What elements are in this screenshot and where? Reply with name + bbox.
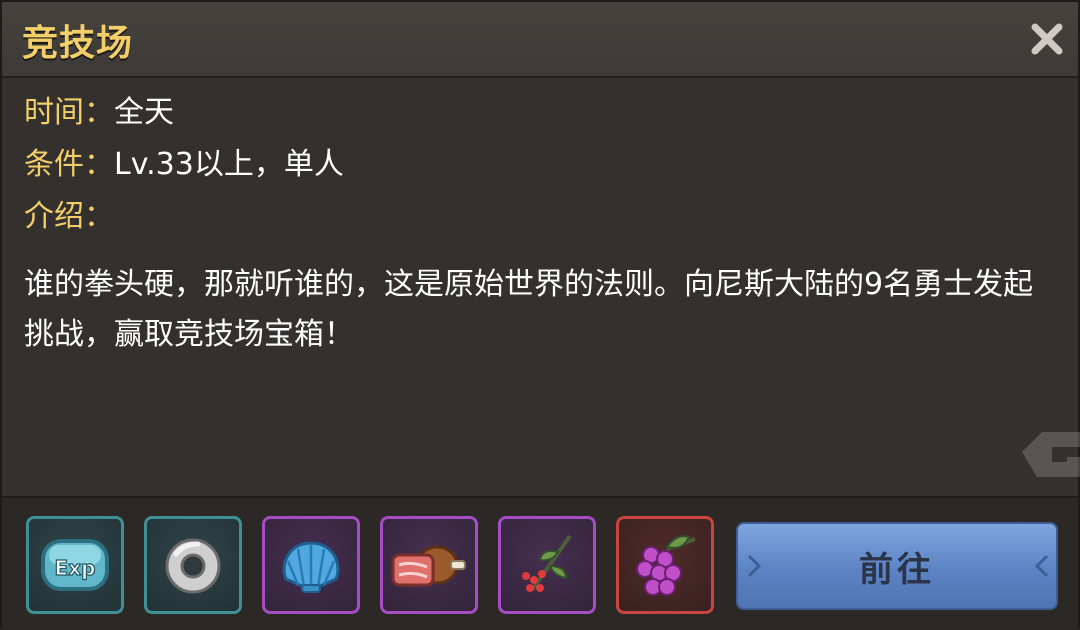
condition-value: Lv.33以上，单人 bbox=[114, 147, 344, 182]
intro-label: 介绍： bbox=[24, 199, 114, 234]
stone-ring-icon bbox=[165, 538, 221, 594]
intro-row: 介绍： bbox=[24, 198, 1054, 250]
chevron-right-icon bbox=[747, 554, 762, 578]
go-button-label: 前往 bbox=[859, 549, 935, 590]
reward-item-meat[interactable] bbox=[380, 516, 478, 614]
close-icon bbox=[1031, 23, 1063, 55]
condition-row: 条件：Lv.33以上，单人 bbox=[24, 146, 1054, 198]
watermark-logo-icon bbox=[1022, 432, 1080, 477]
info-section: 时间：全天 条件：Lv.33以上，单人 介绍： 谁的拳头硬，那就听谁的，这是原始… bbox=[24, 94, 1054, 360]
grape-icon bbox=[636, 535, 696, 596]
shell-icon bbox=[282, 541, 340, 593]
time-row: 时间：全天 bbox=[24, 94, 1054, 146]
time-value: 全天 bbox=[114, 95, 174, 130]
reward-item-grape[interactable] bbox=[616, 516, 714, 614]
meat-icon bbox=[391, 545, 466, 587]
title-bar: 竞技场 bbox=[2, 2, 1078, 78]
reward-item-berry-branch[interactable] bbox=[498, 516, 596, 614]
condition-label: 条件： bbox=[24, 147, 114, 182]
close-button[interactable] bbox=[1024, 16, 1070, 62]
go-button[interactable]: 前往 bbox=[736, 522, 1058, 610]
reward-bar: Exp 前往 bbox=[2, 496, 1078, 630]
reward-item-stone-ring[interactable] bbox=[144, 516, 242, 614]
time-label: 时间： bbox=[24, 95, 114, 130]
description-text: 谁的拳头硬，那就听谁的，这是原始世界的法则。向尼斯大陆的9名勇士发起挑战，赢取竞… bbox=[24, 267, 1034, 352]
chevron-left-icon bbox=[1034, 554, 1049, 578]
arena-dialog: 竞技场 时间：全天 条件：Lv.33以上，单人 介绍： 谁的拳头硬，那就听谁的，… bbox=[0, 0, 1080, 630]
dialog-title: 竞技场 bbox=[22, 23, 134, 64]
reward-item-shell[interactable] bbox=[262, 516, 360, 614]
exp-icon: Exp bbox=[41, 539, 109, 591]
berry-branch-icon bbox=[522, 534, 572, 592]
exp-icon-text: Exp bbox=[55, 556, 96, 580]
reward-item-exp[interactable]: Exp bbox=[26, 516, 124, 614]
